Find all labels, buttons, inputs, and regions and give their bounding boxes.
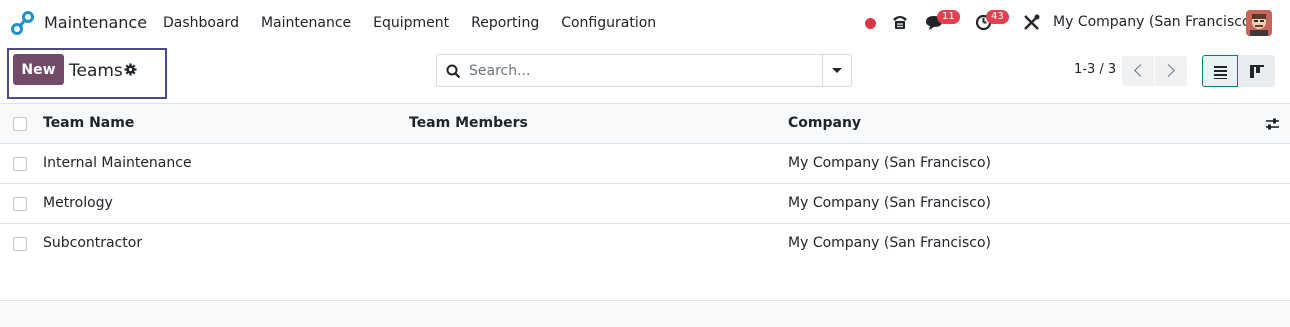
avatar-image [1246, 10, 1272, 36]
pager-next-button[interactable] [1155, 56, 1187, 86]
search-icon [446, 64, 461, 79]
column-header-company[interactable]: Company [788, 115, 861, 131]
table-row[interactable]: Subcontractor My Company (San Francisco) [0, 224, 1290, 264]
select-all-checkbox[interactable] [13, 117, 27, 131]
top-navbar: Maintenance Dashboard Maintenance Equipm… [0, 0, 1290, 46]
table-row[interactable]: Metrology My Company (San Francisco) [0, 184, 1290, 224]
column-header-team-members[interactable]: Team Members [409, 115, 528, 131]
table-row[interactable]: Internal Maintenance My Company (San Fra… [0, 144, 1290, 184]
chevron-left-icon [1134, 64, 1147, 77]
team-name-cell[interactable]: Metrology [43, 195, 113, 211]
row-checkbox[interactable] [13, 237, 27, 251]
menu-item-maintenance[interactable]: Maintenance [250, 15, 362, 31]
search-bar [436, 54, 852, 87]
kanban-view-button[interactable] [1238, 55, 1275, 87]
company-cell[interactable]: My Company (San Francisco) [788, 235, 991, 251]
list-view-button[interactable] [1202, 55, 1238, 87]
page-title: Teams [69, 61, 123, 81]
menu-item-equipment[interactable]: Equipment [362, 15, 460, 31]
row-checkbox[interactable] [13, 157, 27, 171]
main-menu: Dashboard Maintenance Equipment Reportin… [152, 0, 667, 46]
chevron-right-icon [1162, 64, 1175, 77]
new-button[interactable]: New [13, 54, 64, 85]
user-avatar[interactable] [1246, 10, 1272, 36]
company-switcher[interactable]: My Company (San Francisco) [1053, 14, 1256, 30]
activities-count-badge: 43 [986, 10, 1009, 24]
app-name[interactable]: Maintenance [44, 13, 147, 32]
messages-count-badge: 11 [937, 10, 960, 24]
search-input[interactable] [469, 59, 819, 83]
tools-icon[interactable] [1023, 14, 1040, 31]
team-name-cell[interactable]: Subcontractor [43, 235, 142, 251]
app-logo-icon[interactable] [11, 11, 35, 35]
phone-icon[interactable] [891, 13, 909, 31]
optional-columns-icon[interactable] [1265, 117, 1280, 131]
list-view-icon [1214, 66, 1227, 79]
pager-value[interactable]: 1-3 / 3 [1074, 62, 1116, 77]
kanban-view-icon [1250, 65, 1264, 78]
team-name-cell[interactable]: Internal Maintenance [43, 155, 192, 171]
row-checkbox[interactable] [13, 197, 27, 211]
search-options-toggle[interactable] [822, 55, 851, 86]
gear-icon[interactable] [124, 63, 137, 76]
company-cell[interactable]: My Company (San Francisco) [788, 155, 991, 171]
column-header-team-name[interactable]: Team Name [43, 115, 134, 131]
menu-item-reporting[interactable]: Reporting [460, 15, 550, 31]
company-cell[interactable]: My Company (San Francisco) [788, 195, 991, 211]
caret-down-icon [832, 68, 842, 73]
control-panel: New Teams 1-3 / 3 [0, 46, 1290, 103]
table-footer [0, 263, 1290, 301]
menu-item-dashboard[interactable]: Dashboard [152, 15, 250, 31]
status-dot[interactable] [865, 18, 876, 29]
table-header-row: Team Name Team Members Company [0, 104, 1290, 144]
menu-item-configuration[interactable]: Configuration [550, 15, 667, 31]
teams-table: Team Name Team Members Company Internal … [0, 103, 1290, 264]
pager-previous-button[interactable] [1122, 56, 1154, 86]
